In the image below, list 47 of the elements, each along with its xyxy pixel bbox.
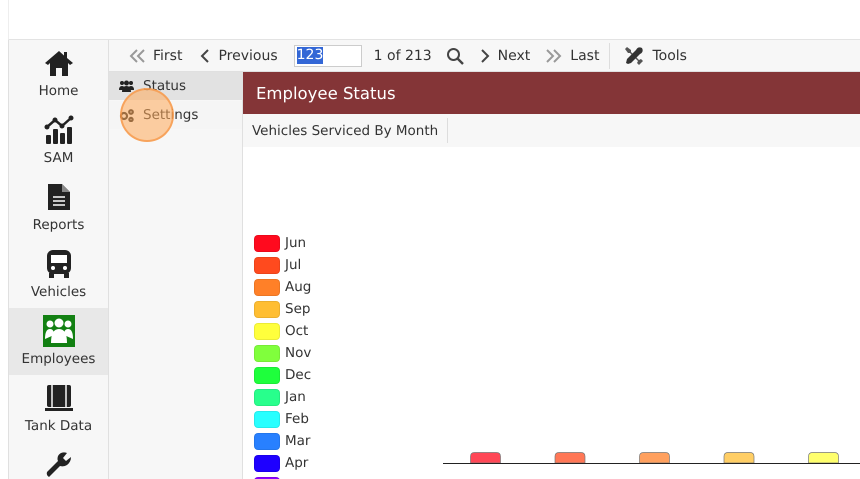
page-title: Employee Status [243, 72, 860, 114]
nav-item[interactable]: Vehicles [9, 241, 108, 308]
page-count: 1 of 213 [374, 48, 432, 64]
tools-icon [624, 46, 644, 66]
legend-label: Jan [285, 389, 306, 405]
next-button[interactable]: Next [474, 42, 536, 68]
nav-label: Tank Data [24, 418, 92, 434]
nav-item[interactable]: Tank Data [9, 375, 108, 442]
chevron-right-icon [480, 48, 490, 62]
submenu-item[interactable]: Status [109, 72, 242, 101]
gears-icon [119, 108, 134, 122]
wrench-icon [44, 451, 72, 479]
legend-label: Oct [285, 323, 308, 339]
first-button[interactable]: First [123, 42, 188, 68]
tank-icon [44, 384, 74, 412]
legend-label: Dec [285, 367, 312, 383]
people-icon [42, 315, 74, 347]
chevron-left-icon [200, 48, 210, 62]
nav-item[interactable]: SAM [9, 107, 108, 174]
nav-label: Home [38, 83, 78, 99]
nav-item[interactable]: Reports [9, 174, 108, 241]
home-icon [44, 49, 74, 77]
nav-item[interactable]: Employees [9, 308, 108, 375]
document-icon [46, 183, 70, 211]
last-button[interactable]: Last [540, 42, 606, 68]
legend-label: Feb [285, 411, 309, 427]
users-icon [119, 80, 134, 92]
nav-label: Employees [22, 351, 96, 367]
legend-label: Sep [285, 301, 310, 317]
nav-label: Reports [32, 217, 84, 233]
chart-icon [44, 115, 74, 145]
legend-label: Nov [285, 345, 312, 361]
search-icon [446, 46, 464, 64]
legend-label: Aug [285, 279, 312, 295]
tools-button[interactable]: Tools [618, 42, 693, 68]
previous-button[interactable]: Previous [194, 42, 284, 68]
nav-label: Vehicles [30, 284, 86, 300]
legend-label: Jul [285, 257, 302, 273]
double-chevron-left-icon [129, 48, 145, 62]
bus-icon [46, 249, 72, 279]
legend-label: Jun [285, 235, 306, 251]
nav-item[interactable]: Home [9, 40, 108, 107]
double-chevron-right-icon [546, 48, 562, 62]
legend-label: Apr [285, 455, 308, 471]
nav-label: SAM [44, 150, 74, 166]
page-input[interactable]: 123 [294, 44, 362, 66]
legend-label: Mar [285, 433, 310, 449]
